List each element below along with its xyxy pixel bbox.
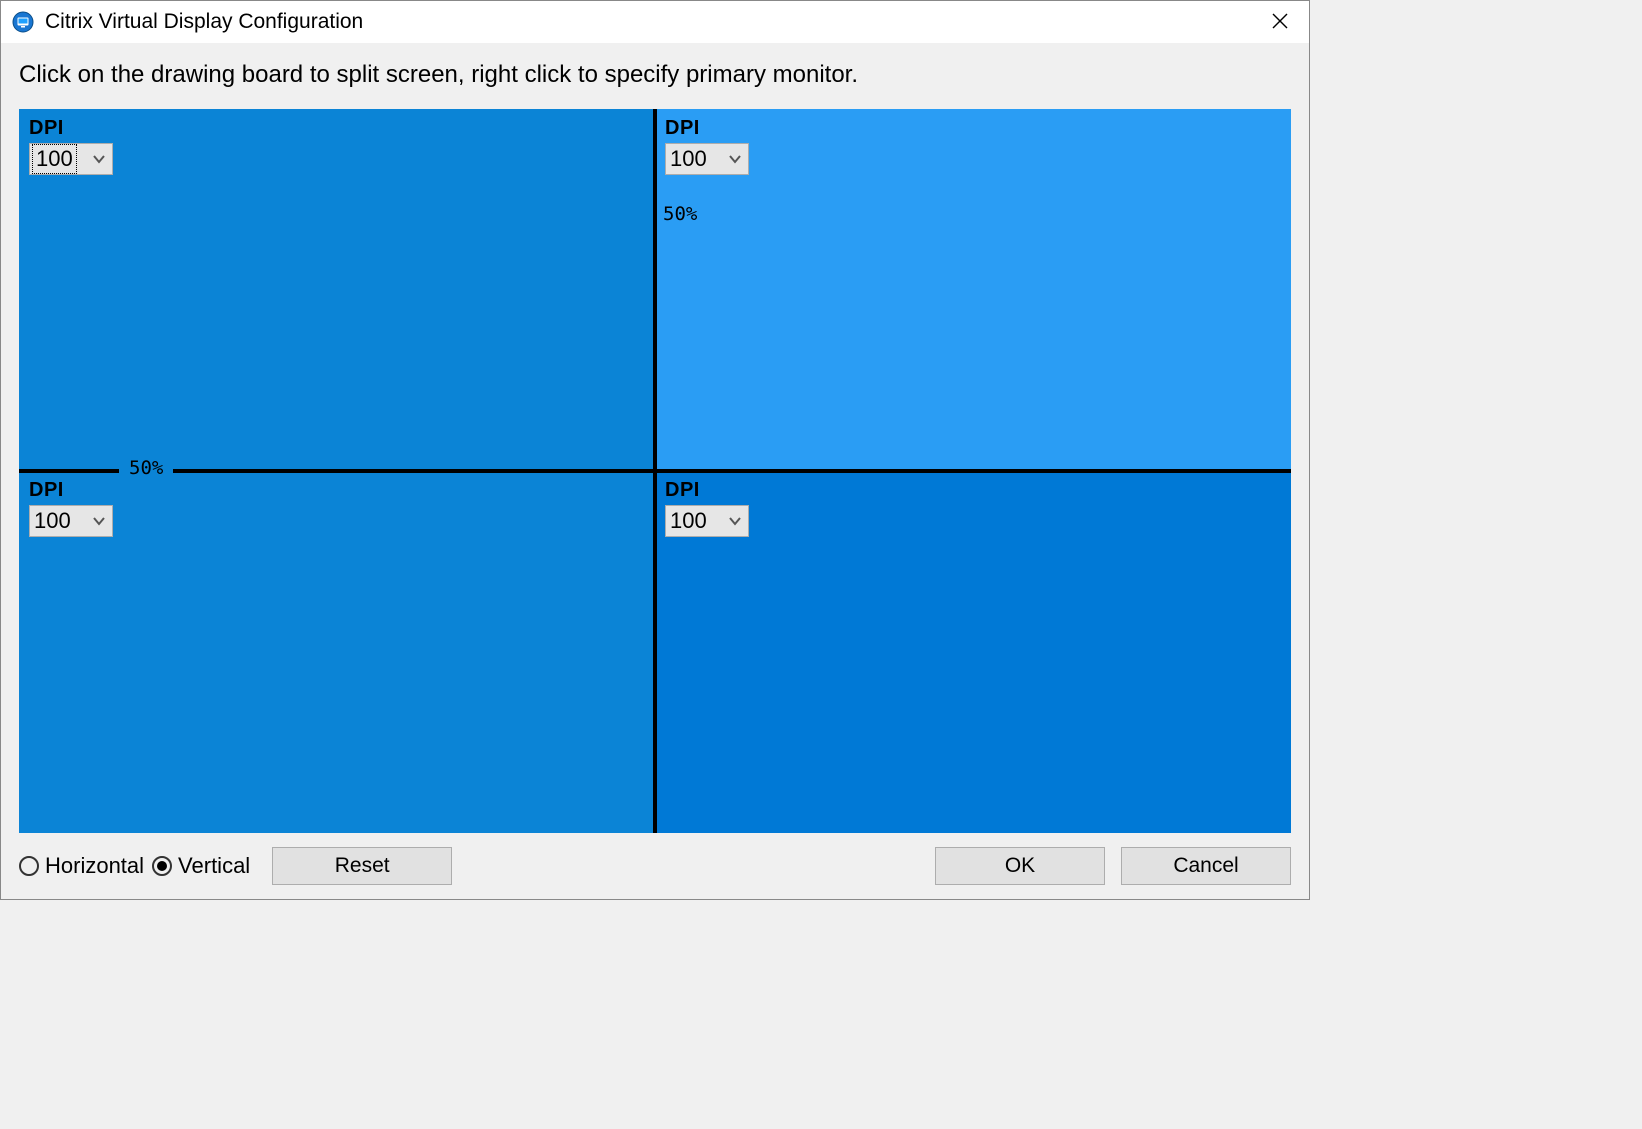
titlebar: Citrix Virtual Display Configuration [1, 1, 1309, 43]
monitor-quadrant-bottom-left[interactable]: DPI 100 [19, 471, 655, 833]
dpi-label: DPI [29, 117, 645, 140]
close-button[interactable] [1257, 3, 1303, 39]
chevron-down-icon [92, 516, 106, 526]
cancel-button[interactable]: Cancel [1121, 847, 1291, 885]
app-icon [11, 10, 35, 34]
monitor-quadrant-bottom-right[interactable]: DPI 100 [655, 471, 1291, 833]
orientation-radio-group: Horizontal Vertical [19, 853, 250, 879]
dpi-value: 100 [670, 508, 707, 534]
chevron-down-icon [728, 154, 742, 164]
bottom-bar: Horizontal Vertical Reset OK Cancel [19, 833, 1291, 885]
dpi-dropdown-top-right[interactable]: 100 [665, 143, 749, 175]
monitor-quadrant-top-right[interactable]: DPI 100 [655, 109, 1291, 471]
dpi-value: 100 [34, 146, 75, 172]
vertical-split-percent: 50% [661, 203, 699, 225]
drawing-board[interactable]: DPI 100 DPI 100 DPI [19, 109, 1291, 833]
dpi-dropdown-bottom-left[interactable]: 100 [29, 505, 113, 537]
horizontal-radio[interactable]: Horizontal [19, 853, 144, 879]
dpi-value: 100 [670, 146, 707, 172]
monitor-quadrant-top-left[interactable]: DPI 100 [19, 109, 655, 471]
ok-button[interactable]: OK [935, 847, 1105, 885]
chevron-down-icon [92, 154, 106, 164]
vertical-radio-label: Vertical [178, 853, 250, 879]
horizontal-radio-label: Horizontal [45, 853, 144, 879]
dialog-window: Citrix Virtual Display Configuration Cli… [0, 0, 1310, 900]
client-area: Click on the drawing board to split scre… [1, 43, 1309, 899]
horizontal-split-percent: 50% [119, 457, 173, 479]
chevron-down-icon [728, 516, 742, 526]
dpi-value: 100 [34, 508, 71, 534]
dpi-dropdown-top-left[interactable]: 100 [29, 143, 113, 175]
vertical-radio[interactable]: Vertical [152, 853, 250, 879]
dpi-label: DPI [665, 479, 1281, 502]
dpi-label: DPI [665, 117, 1281, 140]
dpi-label: DPI [29, 479, 645, 502]
reset-button[interactable]: Reset [272, 847, 452, 885]
dpi-dropdown-bottom-right[interactable]: 100 [665, 505, 749, 537]
horizontal-split-line[interactable] [19, 469, 1291, 473]
instructions-text: Click on the drawing board to split scre… [19, 61, 1291, 89]
window-title: Citrix Virtual Display Configuration [45, 10, 363, 34]
